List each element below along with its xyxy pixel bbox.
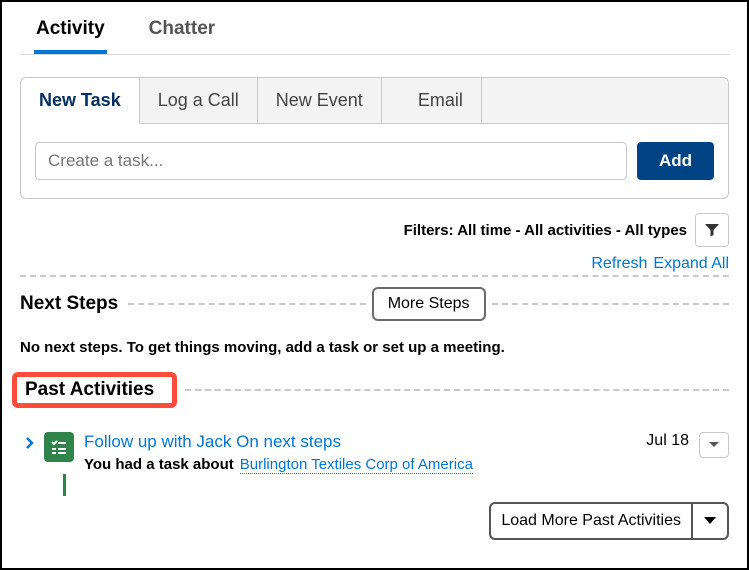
caret-down-icon [703, 515, 717, 527]
load-more-row: Load More Past Activities [20, 502, 729, 540]
dashed-line [128, 303, 366, 305]
activity-composer-panel: New Task Log a Call New Event Email Add [20, 77, 729, 199]
activity-subline-prefix: You had a task about [84, 456, 234, 473]
activity-subject-link[interactable]: Follow up with Jack On next steps [84, 432, 341, 451]
next-steps-title: Next Steps [20, 293, 128, 315]
dashed-line [185, 389, 729, 391]
tab-new-event[interactable]: New Event [258, 78, 382, 123]
tab-chatter[interactable]: Chatter [147, 12, 218, 54]
timeline-connector [63, 474, 66, 496]
activity-item: Follow up with Jack On next steps You ha… [20, 432, 729, 474]
caret-down-icon [708, 440, 720, 450]
checklist-icon [50, 438, 68, 456]
past-activities-header: Past Activities [20, 372, 729, 408]
more-steps-button[interactable]: More Steps [372, 287, 486, 321]
related-record-link[interactable]: Burlington Textiles Corp of America [240, 456, 473, 474]
tab-log-call[interactable]: Log a Call [140, 78, 258, 123]
tab-new-task[interactable]: New Task [21, 78, 140, 124]
expand-all-link[interactable]: Expand All [653, 255, 729, 273]
no-next-steps-text: No next steps. To get things moving, add… [20, 339, 729, 356]
add-button[interactable]: Add [637, 142, 714, 180]
timeline-links: Refresh Expand All [20, 255, 729, 273]
filters-row: Filters: All time - All activities - All… [20, 213, 729, 247]
chevron-right-icon [24, 436, 36, 450]
top-tabs: Activity Chatter [20, 12, 729, 55]
load-more-split-button: Load More Past Activities [489, 502, 729, 540]
tab-activity[interactable]: Activity [34, 12, 107, 54]
composer-tabs: New Task Log a Call New Event Email [21, 78, 728, 124]
task-row: Add [21, 124, 728, 198]
load-more-button[interactable]: Load More Past Activities [491, 504, 691, 538]
next-steps-header: Next Steps More Steps [20, 287, 729, 321]
dashed-line [492, 303, 730, 305]
load-more-menu[interactable] [691, 504, 727, 538]
expand-toggle[interactable] [20, 432, 44, 455]
past-activities-highlight: Past Activities [12, 372, 177, 408]
filters-text: Filters: All time - All activities - All… [404, 222, 687, 239]
activity-date: Jul 18 [646, 432, 689, 450]
activity-menu-button[interactable] [699, 432, 729, 458]
refresh-link[interactable]: Refresh [591, 255, 647, 273]
activity-subline: You had a task about Burlington Textiles… [84, 456, 636, 474]
activity-body: Follow up with Jack On next steps You ha… [84, 432, 636, 474]
past-activities-title: Past Activities [25, 379, 164, 401]
funnel-icon [704, 222, 720, 238]
tab-email[interactable]: Email [400, 78, 482, 123]
divider [20, 275, 729, 277]
create-task-input[interactable] [35, 142, 627, 180]
task-icon [44, 432, 74, 462]
filter-button[interactable] [695, 213, 729, 247]
